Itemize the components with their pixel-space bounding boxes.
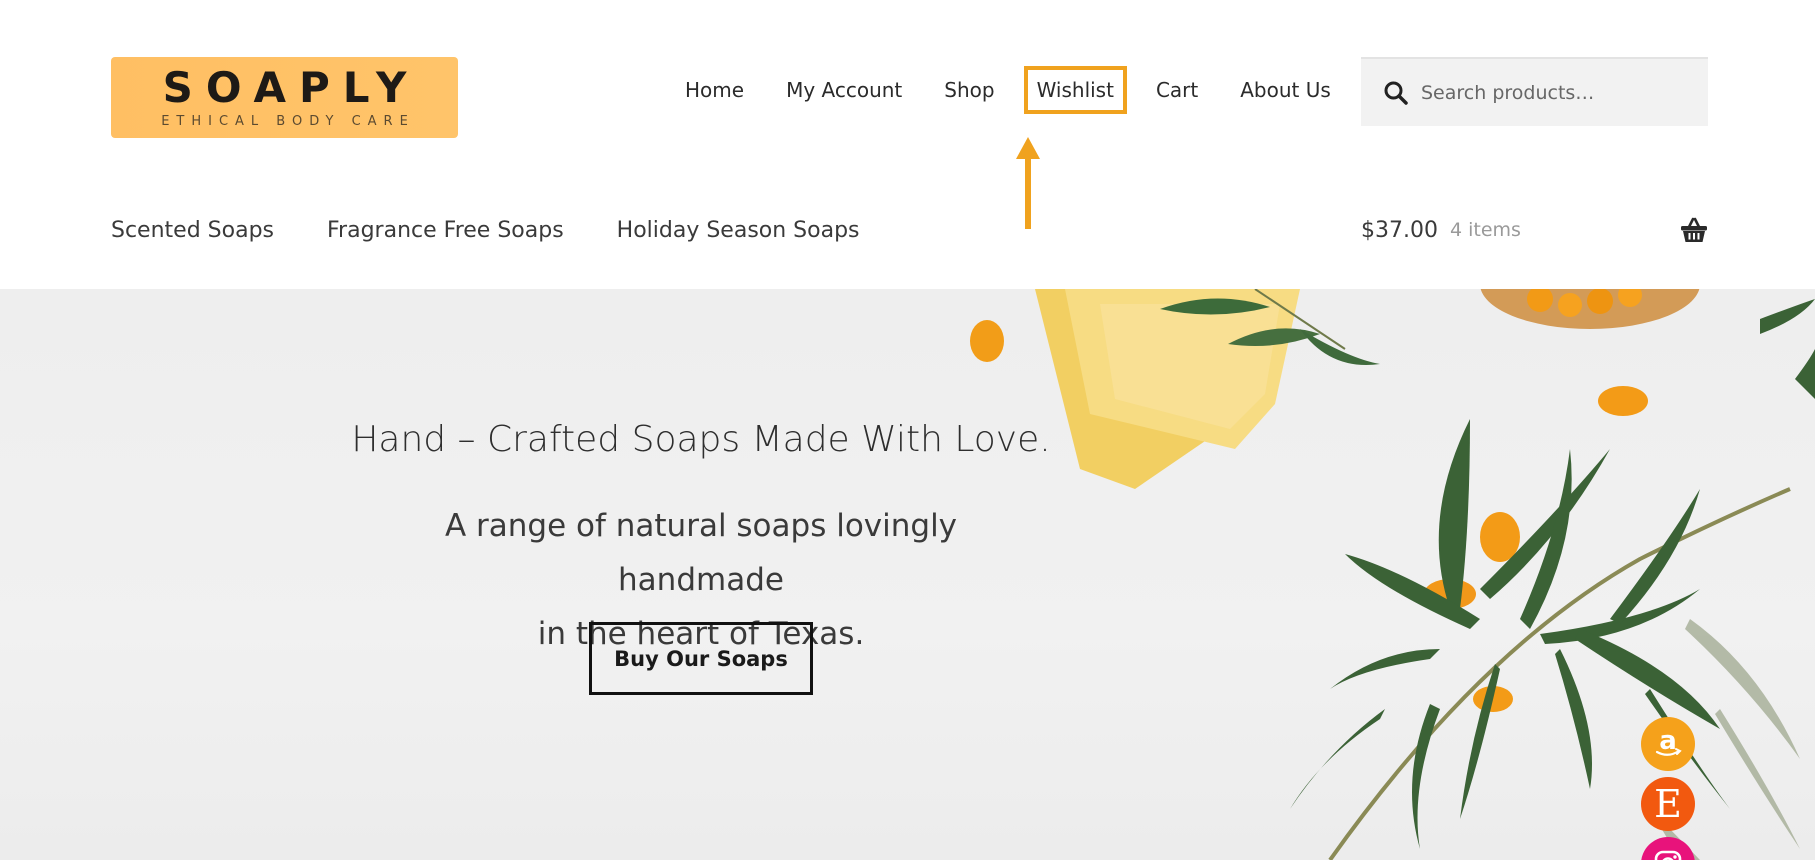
logo-wordmark: SOAPLY: [162, 63, 420, 112]
cart-amount: $37.00: [1361, 217, 1438, 243]
etsy-link[interactable]: E: [1641, 777, 1695, 831]
annotation-arrow-icon: [1016, 137, 1040, 229]
buy-our-soaps-button[interactable]: Buy Our Soaps: [589, 622, 813, 695]
cart-item-count: 4 items: [1449, 219, 1521, 241]
nav-item-home[interactable]: Home: [664, 70, 765, 110]
instagram-link[interactable]: [1641, 837, 1695, 860]
instagram-icon: [1654, 850, 1682, 860]
basket-icon[interactable]: [1680, 217, 1708, 243]
category-scented-soaps[interactable]: Scented Soaps: [111, 218, 274, 243]
primary-navigation: Home My Account Shop Wishlist Cart About…: [664, 66, 1352, 114]
svg-text:a: a: [1659, 727, 1677, 756]
product-search: [1361, 57, 1708, 126]
site-logo[interactable]: SOAPLY ETHICAL BODY CARE: [111, 57, 458, 138]
nav-item-cart[interactable]: Cart: [1135, 70, 1219, 110]
nav-item-wishlist[interactable]: Wishlist: [1023, 66, 1127, 114]
hero-subtitle-line-1: A range of natural soaps lovingly handma…: [444, 508, 958, 598]
category-holiday-season-soaps[interactable]: Holiday Season Soaps: [617, 218, 860, 243]
category-navigation: Scented Soaps Fragrance Free Soaps Holid…: [111, 210, 913, 250]
site-header: SOAPLY ETHICAL BODY CARE Home My Account…: [0, 0, 1815, 289]
hero-banner: Hand – Crafted Soaps Made With Love. A r…: [0, 289, 1815, 860]
social-links: a E: [1641, 717, 1695, 860]
amazon-icon: a: [1655, 727, 1682, 756]
amazon-link[interactable]: a: [1641, 717, 1695, 771]
etsy-icon: E: [1654, 782, 1682, 826]
search-icon[interactable]: [1383, 80, 1409, 106]
nav-item-shop[interactable]: Shop: [923, 70, 1015, 110]
nav-item-my-account[interactable]: My Account: [765, 70, 923, 110]
hero-title: Hand – Crafted Soaps Made With Love.: [351, 419, 1051, 460]
category-fragrance-free-soaps[interactable]: Fragrance Free Soaps: [327, 218, 564, 243]
nav-item-about-us[interactable]: About Us: [1219, 70, 1352, 110]
search-input[interactable]: [1421, 81, 1691, 104]
logo-tagline: ETHICAL BODY CARE: [161, 114, 415, 129]
cart-summary[interactable]: $37.00 4 items: [1361, 210, 1708, 250]
